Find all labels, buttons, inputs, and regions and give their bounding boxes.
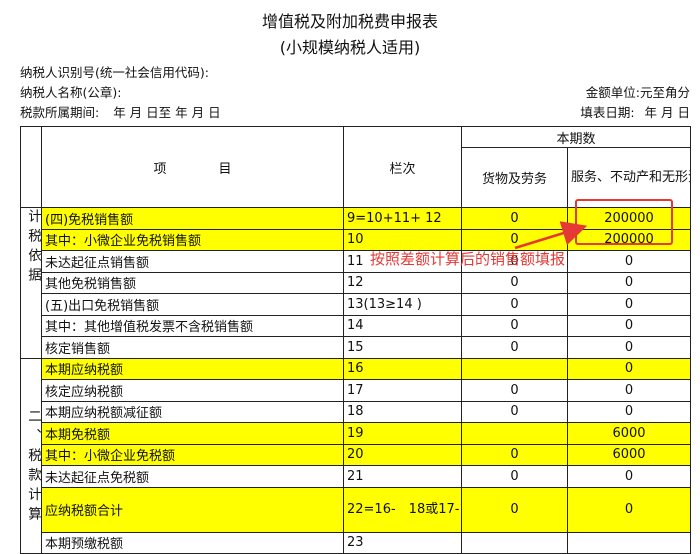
declaration-table: 项 目 栏次 本期数 货物及劳务 服务、不动产和无形资产 一、计税依据(四)免税… [20, 125, 692, 554]
highlight-box [575, 199, 673, 245]
table-row: 二、税款计算 本期应纳税额 16 0 [20, 357, 692, 554]
taxpayer-name-label: 纳税人名称(公章): [20, 85, 122, 100]
table-row: 其他免税销售额 12 0 0 [21, 271, 692, 294]
item-cell: 其中：小微企业免税销售额 [41, 228, 344, 251]
table-row: 本期免税额 19 6000 [21, 422, 692, 445]
table-row: 未达起征点免税额 21 0 0 [21, 465, 692, 488]
line-cell: 9=10+11+ 12 [343, 207, 462, 230]
taxpayer-id-label: 纳税人识别号(统一社会信用代码): [20, 65, 209, 80]
item-cell: 核定应纳税额 [41, 379, 344, 402]
form-subtitle: (小规模纳税人适用) [279, 38, 421, 57]
table-row: 其中：小微企业免税额 20 0 6000 [21, 443, 692, 466]
tax-period: 税款所属期间: 年 月 日至 年 月 日 [20, 105, 221, 121]
line-cell: 15 [343, 336, 462, 359]
line-cell: 12 [343, 271, 462, 294]
services-cell: 6000 [566, 443, 692, 466]
item-cell: 核定销售额 [41, 336, 344, 359]
goods-cell: 0 [461, 271, 568, 294]
services-cell [566, 531, 692, 554]
item-cell: 其他免税销售额 [41, 271, 344, 294]
goods-cell: 0 [461, 465, 568, 488]
services-cell: 0 [566, 293, 692, 316]
goods-cell [461, 422, 568, 445]
tax-period-value: 年 月 日至 年 月 日 [113, 105, 221, 120]
line-cell: 20 [343, 443, 462, 466]
services-cell: 0 [566, 357, 692, 380]
header-line: 栏次 [343, 126, 462, 208]
fill-date-label: 填表日期: [580, 105, 635, 120]
item-cell: 本期免税额 [41, 422, 344, 445]
services-cell: 0 [566, 486, 692, 533]
amount-unit: 金额单位:元至角分 [585, 85, 690, 100]
goods-cell: 0 [461, 314, 568, 337]
item-cell: 未达起征点免税额 [41, 465, 344, 488]
fill-date: 填表日期: 年 月 日 [580, 105, 690, 121]
item-cell: (五)出口免税销售额 [41, 293, 344, 316]
form-title: 增值税及附加税费申报表 [261, 12, 438, 31]
section-text: 一、计税依据 [25, 207, 41, 287]
services-cell: 0 [566, 379, 692, 402]
services-cell: 0 [566, 465, 692, 488]
section-label-calc: 二、税款计算 [20, 357, 42, 554]
services-cell: 6000 [566, 422, 692, 445]
tax-period-label: 税款所属期间: [20, 105, 100, 120]
services-cell: 0 [566, 250, 692, 273]
header-corner [20, 126, 42, 208]
fill-date-value: 年 月 日 [644, 105, 690, 120]
section-label-basis: 一、计税依据 [20, 207, 42, 359]
table-row: 核定销售额 15 0 0 [21, 336, 692, 359]
item-cell: 本期预缴税额 [41, 531, 344, 554]
section-text: 二、税款计算 [25, 408, 41, 526]
table-row: (五)出口免税销售额 13(13≥14 ) 0 0 [21, 293, 692, 316]
header-goods: 货物及劳务 [461, 147, 568, 208]
line-cell: 17 [343, 379, 462, 402]
line-cell: 13(13≥14 ) [343, 293, 462, 316]
item-cell: 本期应纳税额减征额 [41, 400, 344, 423]
line-cell: 10 [343, 228, 462, 251]
table-row: 未达起征点销售额 11 0 0 [21, 250, 692, 273]
item-cell: 未达起征点销售额 [41, 250, 344, 273]
table-row: 本期预缴税额 23 [21, 531, 692, 554]
line-cell: 14 [343, 314, 462, 337]
line-cell: 23 [343, 531, 462, 554]
goods-cell: 0 [461, 293, 568, 316]
line-cell: 21 [343, 465, 462, 488]
goods-cell: 0 [461, 207, 568, 230]
header-period: 本期数 [460, 125, 692, 149]
item-cell: 其中：小微企业免税额 [41, 443, 344, 466]
goods-cell [461, 357, 568, 380]
services-cell: 0 [566, 336, 692, 359]
header-row-1: 项 目 栏次 本期数 [20, 125, 692, 208]
goods-cell: 0 [461, 443, 568, 466]
goods-cell [461, 531, 568, 554]
line-cell: 19 [343, 422, 462, 445]
goods-cell: 0 [461, 486, 568, 533]
services-cell: 0 [566, 271, 692, 294]
table-row: 其中：其他增值税发票不含税销售额 14 0 0 [21, 314, 692, 337]
services-cell: 0 [566, 400, 692, 423]
services-cell: 0 [566, 314, 692, 337]
line-cell: 18 [343, 400, 462, 423]
table-row: 应纳税额合计22=16- 18或17-1800 [21, 486, 692, 533]
header-item: 项 目 [41, 126, 344, 208]
goods-cell: 0 [461, 379, 568, 402]
goods-cell: 0 [461, 336, 568, 359]
item-cell: (四)免税销售额 [41, 207, 344, 230]
line-cell: 16 [343, 357, 462, 380]
goods-cell: 0 [461, 228, 568, 251]
line-cell: 22=16- 18或17-18 [343, 486, 462, 533]
goods-cell: 0 [461, 400, 568, 423]
item-cell: 其中：其他增值税发票不含税销售额 [41, 314, 344, 337]
annotation-text: 按照差额计算后的销售额填报 [370, 250, 566, 268]
item-cell: 本期应纳税额 [41, 357, 344, 380]
table-row: 本期应纳税额减征额 18 0 0 [21, 400, 692, 423]
item-cell: 应纳税额合计 [41, 486, 344, 533]
table-row: 核定应纳税额 17 0 0 [21, 379, 692, 402]
